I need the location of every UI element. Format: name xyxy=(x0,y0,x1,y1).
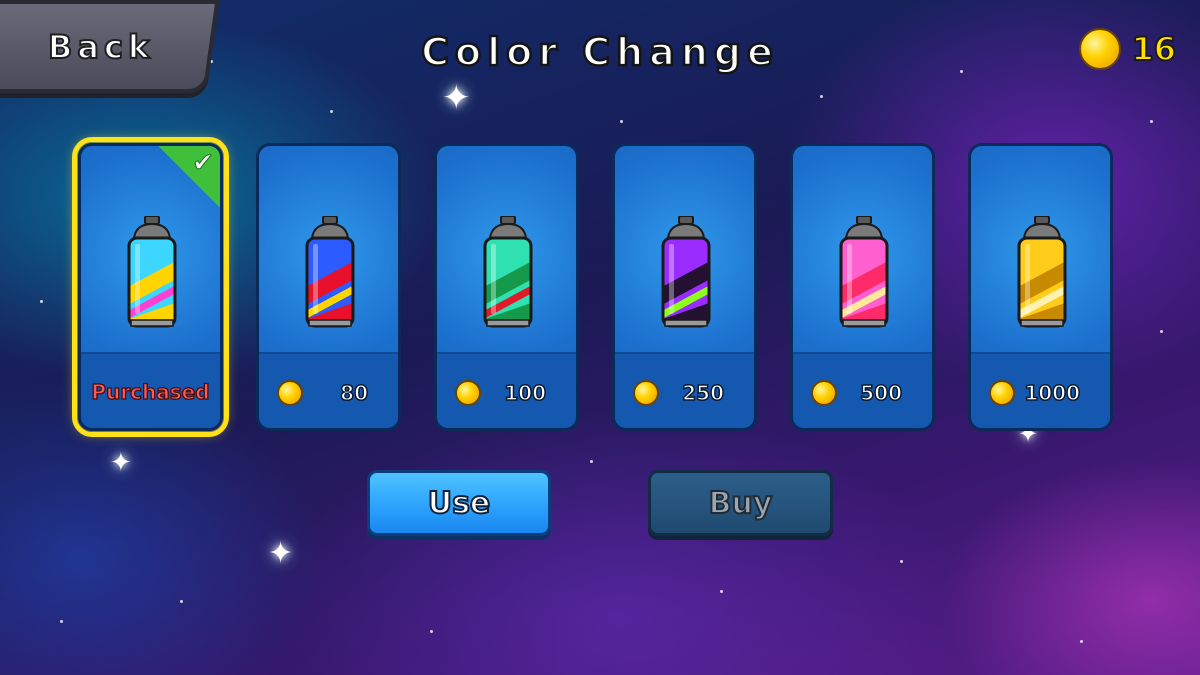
price-label: 100 xyxy=(504,380,547,406)
checkmark-icon: ✔ xyxy=(192,148,215,179)
color-card-3[interactable]: 100 xyxy=(434,143,579,431)
spray-can-icon xyxy=(839,216,889,328)
spray-can-icon xyxy=(1017,216,1067,328)
color-card-5[interactable]: 500 xyxy=(790,143,935,431)
price-label: 250 xyxy=(682,380,725,406)
price-row: 250 xyxy=(615,378,754,408)
sparkle-icon: ✦ xyxy=(442,78,471,118)
coin-icon xyxy=(277,380,303,406)
price-label: 1000 xyxy=(1024,380,1081,406)
coin-icon xyxy=(633,380,659,406)
purchased-label: Purchased xyxy=(91,379,210,404)
coin-icon xyxy=(989,380,1015,406)
sparkle-icon: ✦ xyxy=(268,536,294,571)
buy-button[interactable]: Buy xyxy=(648,470,833,536)
sparkle-icon: ✦ xyxy=(110,448,132,478)
color-card-6[interactable]: 1000 xyxy=(968,143,1113,431)
coin-balance: 16 xyxy=(1079,28,1177,70)
coin-icon xyxy=(811,380,837,406)
coin-icon xyxy=(1079,28,1122,70)
color-card-4[interactable]: 250 xyxy=(612,143,757,431)
price-row: 1000 xyxy=(971,378,1110,408)
price-label: 500 xyxy=(860,380,903,406)
color-card-1[interactable]: ✔ Purchased xyxy=(72,137,229,437)
coin-icon xyxy=(455,380,481,406)
spray-can-icon xyxy=(305,216,355,328)
use-button[interactable]: Use xyxy=(367,470,551,536)
page-title: Color Change xyxy=(420,29,779,76)
price-row: 500 xyxy=(793,378,932,408)
coin-balance-value: 16 xyxy=(1130,29,1177,69)
spray-can-icon xyxy=(483,216,533,328)
color-card-2[interactable]: 80 xyxy=(256,143,401,431)
price-row: 80 xyxy=(259,378,398,408)
price-row: 100 xyxy=(437,378,576,408)
spray-can-icon xyxy=(127,216,177,328)
spray-can-icon xyxy=(661,216,711,328)
price-label: 80 xyxy=(339,380,368,406)
